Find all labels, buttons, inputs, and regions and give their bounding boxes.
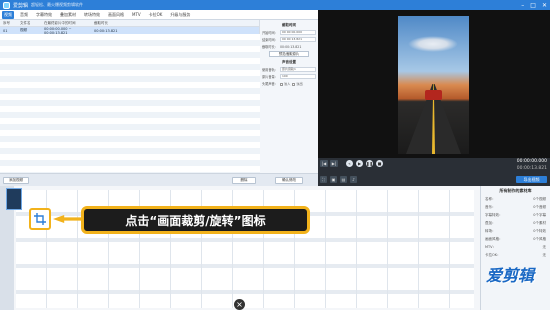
asset-info-key: 叠加： [485, 221, 496, 225]
asset-info-item: MTV： 无 [485, 245, 546, 250]
delete-button[interactable]: 删除 [232, 177, 256, 184]
tab-overlay[interactable]: 叠加素材 [58, 11, 78, 19]
asset-info-item: 卡拉OK： 无 [485, 253, 546, 258]
clip-properties-panel: 截取时间 开始时间： 00 00 00.000 结束时间： 00 00 13.821… [260, 20, 318, 173]
tab-mtv[interactable]: MTV [130, 11, 143, 18]
asset-info-item: 叠加： 0个素材 [485, 221, 546, 226]
asset-info-key: 名称： [485, 197, 496, 201]
section-audio-title: 声音设置 [282, 60, 296, 64]
list-toolbar: 添加视频 删除 确认修改 [0, 173, 318, 186]
end-time-input[interactable]: 00 00 13.821 [279, 37, 316, 42]
asset-info-key: 转场： [485, 229, 496, 233]
asset-info-item: 画面风格： 0个风格 [485, 237, 546, 242]
asset-info-key: 字幕特效： [485, 213, 503, 217]
main-tabs: 视频 音频 字幕特效 叠加素材 转场特效 画面风格 MTV 卡拉OK 升级与服务 [0, 10, 318, 20]
tab-upgrade[interactable]: 升级与服务 [168, 11, 192, 19]
asset-info-value: 0个视频 [533, 197, 546, 201]
asset-info-value: 无 [542, 245, 547, 249]
preview-clip-button[interactable]: 预览/截取原片 [269, 51, 309, 57]
asset-info-item: 音乐： 0个音频 [485, 205, 546, 210]
volume-slider[interactable]: 100 [279, 74, 316, 79]
row-duration: 00:00:13.821 [94, 28, 118, 33]
crop-rotate-button[interactable] [29, 208, 51, 230]
fade-in-checkbox[interactable]: 淡入 [279, 81, 290, 86]
asset-info-value: 0个素材 [533, 221, 546, 225]
asset-info-key: MTV： [485, 245, 497, 249]
playback-controls: |◀ ▶| « ▶ ❚❚ ■ 00:00:00.000 00:00:13.821… [318, 158, 550, 186]
timeline-area [0, 186, 480, 310]
row-num: 01 [3, 28, 8, 33]
total-time: 00:00:13.821 [516, 166, 547, 171]
timeline-clip-thumbnail[interactable] [6, 188, 22, 210]
app-logo-icon [3, 1, 10, 9]
start-label: 开始时间： [262, 31, 278, 35]
fullscreen-icon[interactable]: ⛶ [320, 176, 327, 183]
volume-label: 原片音量： [262, 75, 278, 79]
volume-icon[interactable]: ♪ [350, 176, 357, 183]
col-name: 文件名 [20, 20, 31, 25]
minimize-icon[interactable]: – [521, 2, 524, 9]
add-video-button[interactable]: 添加视频 [3, 177, 29, 184]
window-controls: – □ ✕ [521, 2, 547, 9]
asset-info-value: 0个特效 [533, 229, 546, 233]
asset-info-value: 无 [542, 253, 547, 257]
tab-style[interactable]: 画面风格 [106, 11, 126, 19]
asset-info-item: 转场： 0个特效 [485, 229, 546, 234]
list-item[interactable]: 01 视频 00:00:00.000 ~ 00:00:13.821 00:00:… [0, 27, 259, 35]
start-time-input[interactable]: 00 00 00.000 [279, 30, 316, 35]
preview-frame [398, 16, 469, 154]
watermark-logo: 爱剪辑 [486, 266, 535, 285]
rewind-icon[interactable]: « [346, 160, 353, 167]
audio-track-label: 使用音轨： [262, 68, 278, 72]
app-subtitle: 超轻松、最火爆视频剪辑软件 [31, 2, 84, 7]
asset-info-value: 0个字幕 [533, 213, 546, 217]
duration-value: 00:00:13.821 [279, 44, 302, 49]
tab-transition[interactable]: 转场特效 [82, 11, 102, 19]
fade-label: 头尾声音： [262, 82, 278, 86]
tab-subtitle[interactable]: 字幕特效 [34, 11, 54, 19]
stop-icon[interactable]: ■ [376, 160, 383, 167]
col-range: 在最终影片中的时间 [44, 20, 76, 25]
instruction-callout: 点击“画面裁剪/旋转”图标 [81, 206, 310, 234]
pause-icon[interactable]: ❚❚ [366, 160, 373, 167]
empty-rows [0, 34, 260, 173]
tab-karaoke[interactable]: 卡拉OK [147, 11, 165, 19]
asset-info-item: 名称： 0个视频 [485, 197, 546, 202]
step-forward-icon[interactable]: ▶| [330, 160, 338, 167]
export-video-button[interactable]: 导出视频 [516, 176, 547, 183]
asset-info-key: 卡拉OK： [485, 253, 501, 257]
app-title: 爱剪辑 [13, 2, 29, 9]
video-list: 序号 文件名 在最终影片中的时间 截取时长 01 视频 00:00:00.000… [0, 20, 260, 173]
duration-label: 截取时长： [262, 45, 278, 49]
folder-icon[interactable]: ▤ [340, 176, 347, 183]
asset-info-value: 0个音频 [533, 205, 546, 209]
play-icon[interactable]: ▶ [356, 160, 363, 167]
col-duration: 截取时长 [94, 20, 108, 25]
row-name: 视频 [20, 28, 27, 32]
col-num: 序号 [3, 20, 10, 25]
video-preview [318, 10, 550, 158]
crop-rotate-icon [34, 213, 46, 225]
asset-info-title: 所有制作的素材库 [499, 188, 532, 193]
asset-info-item: 字幕特效： 0个字幕 [485, 213, 546, 218]
tab-audio[interactable]: 音频 [18, 11, 30, 19]
section-clip-title: 截取时间 [282, 23, 296, 27]
fade-out-checkbox[interactable]: 淡出 [292, 81, 303, 86]
maximize-icon[interactable]: □ [530, 2, 536, 9]
asset-info-key: 画面风格： [485, 237, 503, 241]
close-timeline-icon[interactable]: × [234, 299, 245, 310]
asset-info-key: 音乐： [485, 205, 496, 209]
end-label: 结束时间： [262, 38, 278, 42]
title-bar: 爱剪辑 超轻松、最火爆视频剪辑软件 – □ ✕ [0, 0, 550, 10]
tab-video[interactable]: 视频 [2, 10, 14, 19]
screenshot-icon[interactable]: ▣ [330, 176, 337, 183]
close-window-icon[interactable]: ✕ [542, 2, 547, 9]
confirm-edit-button[interactable]: 确认修改 [275, 177, 303, 184]
current-time: 00:00:00.000 [516, 159, 547, 164]
list-header: 序号 文件名 在最终影片中的时间 截取时长 [0, 20, 259, 27]
audio-track-select[interactable]: 原片音轨1 [279, 67, 316, 72]
asset-info-value: 0个风格 [533, 237, 546, 241]
step-back-icon[interactable]: |◀ [320, 160, 328, 167]
